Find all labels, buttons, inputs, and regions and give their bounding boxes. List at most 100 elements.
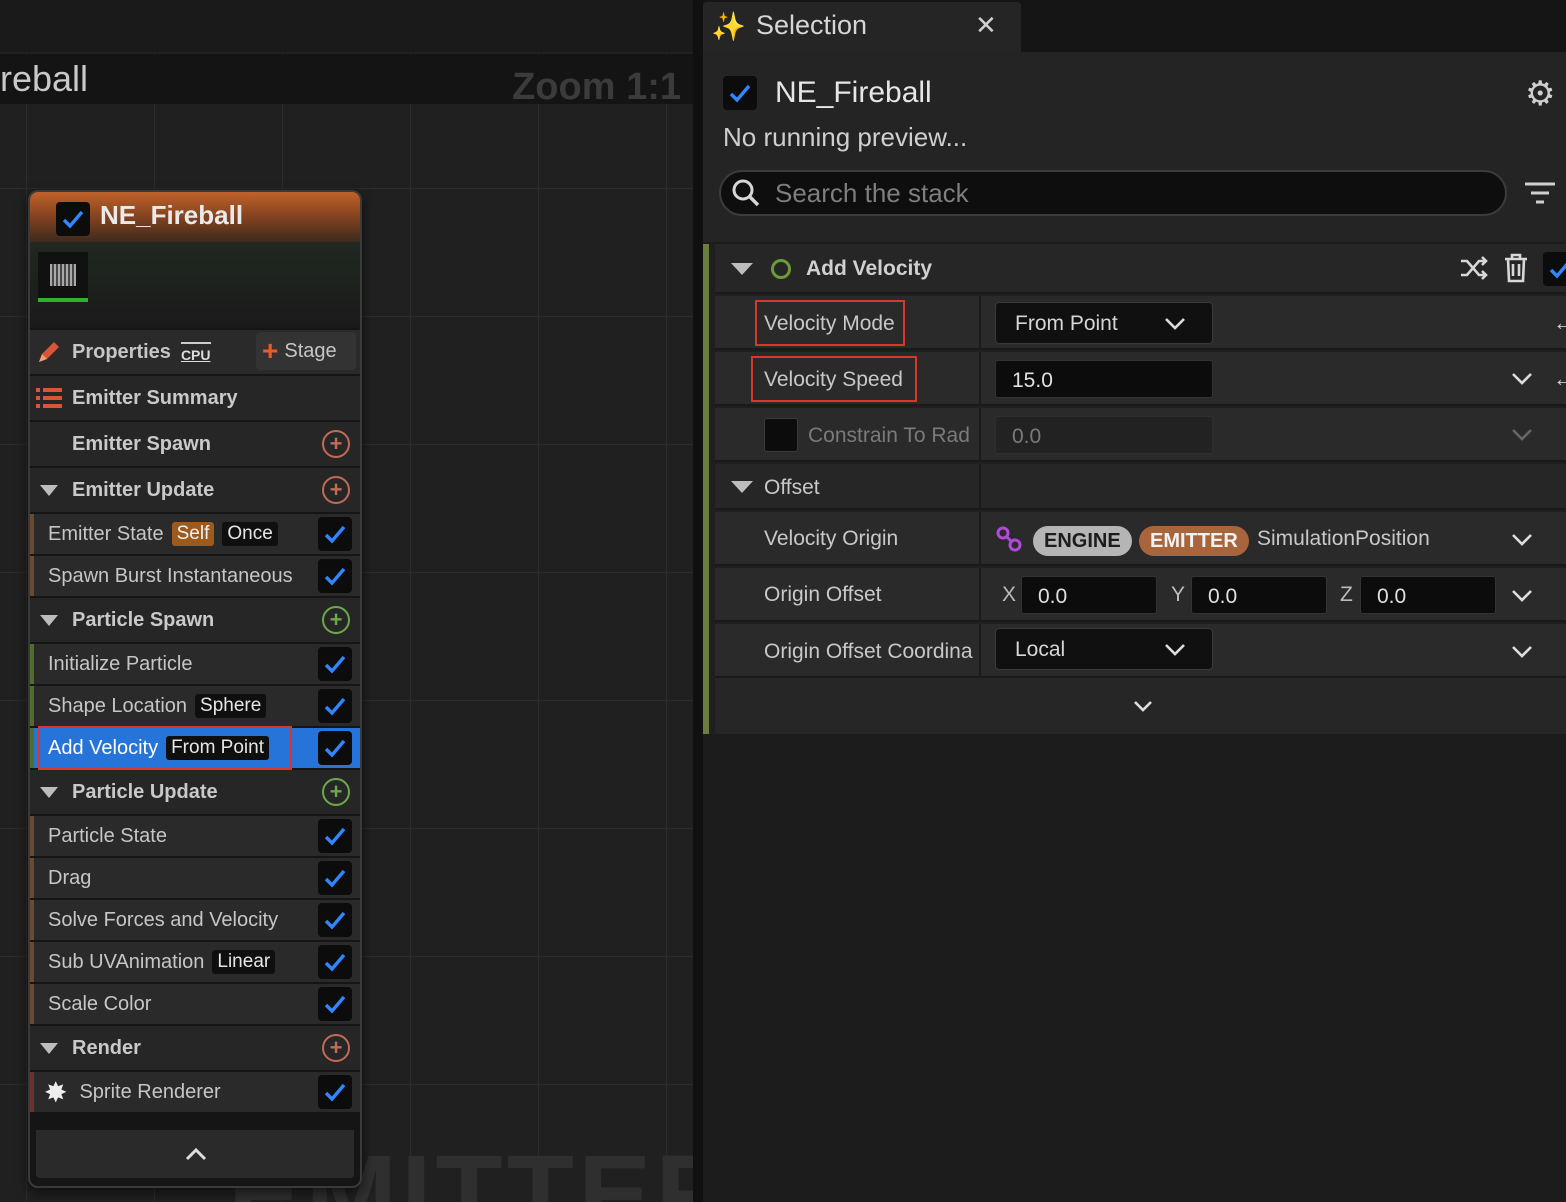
collapse-triangle-icon[interactable] [40, 1042, 58, 1054]
node-section-particle-spawn[interactable]: Particle Spawn + [30, 598, 360, 642]
check-icon [324, 911, 346, 930]
module-tag: Once [222, 522, 278, 546]
node-row-label: Spawn Burst Instantaneous [48, 564, 293, 587]
chevron-down-icon[interactable] [1511, 372, 1533, 386]
sprite-renderer-icon: ✸ [44, 1076, 68, 1108]
node-row-label: Sub UVAnimation [48, 950, 205, 973]
node-section-emitter-spawn[interactable]: Emitter Spawn + [30, 422, 360, 466]
node-module-particle-state[interactable]: Particle State [30, 816, 360, 856]
collapse-triangle-icon[interactable] [731, 263, 753, 275]
node-section-emitter-update[interactable]: Emitter Update + [30, 468, 360, 512]
emitter-pill: EMITTER [1139, 526, 1249, 556]
module-stack: Add Velocity Velocity Mode From Point ← … [703, 244, 1566, 734]
graph-panel[interactable]: reball Zoom 1:1 EMITTER NE_Fireball Prop… [0, 0, 693, 1202]
stack-expand-footer[interactable] [715, 678, 1566, 734]
origin-offset-x-input[interactable]: 0.0 [1021, 576, 1157, 614]
emitter-name: NE_Fireball [775, 76, 932, 109]
node-module-sub-uvanimation[interactable]: Sub UVAnimation Linear [30, 942, 360, 982]
tab-selection[interactable]: ✨ Selection ✕ [703, 2, 1021, 52]
collapse-triangle-icon[interactable] [40, 614, 58, 626]
properties-row[interactable]: Properties CPU + Stage [30, 330, 360, 374]
node-module-sprite-renderer[interactable]: ✸ Sprite Renderer [30, 1072, 360, 1112]
origin-offset-coordinate-label: Origin Offset Coordina [764, 640, 973, 663]
emitter-thumbnail[interactable] [38, 252, 88, 302]
chevron-down-icon [1512, 429, 1532, 441]
module-header-add-velocity[interactable]: Add Velocity [715, 244, 1566, 294]
check-icon [324, 655, 346, 674]
check-icon [324, 739, 346, 758]
zoom-level: Zoom 1:1 [512, 66, 681, 108]
node-module-solve-forces-and-velocity[interactable]: Solve Forces and Velocity [30, 900, 360, 940]
add-module-icon[interactable]: + [322, 430, 350, 458]
offset-section-row[interactable]: Offset [715, 464, 1566, 510]
collapse-triangle-icon[interactable] [40, 786, 58, 798]
panel-divider[interactable] [693, 0, 703, 1202]
node-header[interactable]: NE_Fireball [30, 192, 360, 242]
gear-icon[interactable]: ⚙ [1525, 74, 1555, 114]
check-icon [324, 995, 346, 1014]
origin-offset-y-input[interactable]: 0.0 [1191, 576, 1327, 614]
node-enable-checkbox[interactable] [56, 202, 90, 236]
module-enable-checkbox[interactable] [318, 731, 352, 765]
velocity-mode-dropdown[interactable]: From Point [995, 302, 1213, 344]
shuffle-icon[interactable] [1459, 255, 1489, 281]
node-collapse-bar[interactable] [36, 1130, 354, 1178]
velocity-speed-input[interactable]: 15.0 [995, 360, 1213, 398]
filter-icon[interactable] [1523, 178, 1557, 208]
add-module-icon[interactable]: + [322, 778, 350, 806]
trash-icon[interactable] [1503, 252, 1529, 284]
node-module-spawn-burst-instantaneous[interactable]: Spawn Burst Instantaneous [30, 556, 360, 596]
add-stage-button[interactable]: + Stage [256, 332, 356, 370]
selection-panel: ✨ Selection ✕ NE_Fireball No running pre… [703, 0, 1566, 1202]
node-module-scale-color[interactable]: Scale Color [30, 984, 360, 1024]
check-icon [324, 697, 346, 716]
reset-arrow-icon[interactable]: ← [1553, 310, 1566, 336]
link-icon[interactable] [995, 525, 1023, 553]
node-module-drag[interactable]: Drag [30, 858, 360, 898]
node-row-label: Emitter Update [72, 478, 215, 501]
add-module-icon[interactable]: + [322, 1034, 350, 1062]
emitter-node[interactable]: NE_Fireball Properties CPU + Stage Emitt… [28, 190, 362, 1188]
module-enable-checkbox[interactable] [1543, 252, 1566, 286]
check-icon [1549, 262, 1566, 279]
chevron-down-icon[interactable] [1511, 533, 1533, 547]
velocity-mode-value: From Point [1015, 312, 1118, 335]
module-enable-checkbox[interactable] [318, 647, 352, 681]
module-enable-checkbox[interactable] [318, 987, 352, 1021]
reset-arrow-icon[interactable]: ← [1553, 366, 1566, 392]
coordinate-space-dropdown[interactable]: Local [995, 628, 1213, 670]
close-icon[interactable]: ✕ [975, 10, 997, 41]
constrain-checkbox[interactable] [764, 418, 798, 452]
node-module-initialize-particle[interactable]: Initialize Particle [30, 644, 360, 684]
module-enable-checkbox[interactable] [318, 689, 352, 723]
check-icon [324, 567, 346, 586]
module-enable-checkbox[interactable] [318, 945, 352, 979]
add-module-icon[interactable]: + [322, 606, 350, 634]
search-box[interactable] [719, 170, 1507, 216]
list-icon [36, 388, 62, 408]
chevron-down-icon [1165, 644, 1185, 656]
chevron-down-icon[interactable] [1511, 589, 1533, 603]
module-enable-checkbox[interactable] [318, 903, 352, 937]
add-module-icon[interactable]: + [322, 476, 350, 504]
node-module-emitter-state[interactable]: Emitter State Self Once [30, 514, 360, 554]
chevron-down-icon[interactable] [1511, 645, 1533, 659]
stage-label: Stage [284, 339, 337, 362]
search-input[interactable] [775, 176, 1495, 210]
node-section-render[interactable]: Render + [30, 1026, 360, 1070]
collapse-triangle-icon[interactable] [731, 481, 753, 493]
chevron-down-icon [1134, 701, 1152, 712]
node-row-label: Shape Location [48, 694, 188, 717]
collapse-triangle-icon[interactable] [40, 484, 58, 496]
node-module-shape-location[interactable]: Shape Location Sphere [30, 686, 360, 726]
module-enable-checkbox[interactable] [318, 1075, 352, 1109]
module-enable-checkbox[interactable] [318, 819, 352, 853]
module-enable-checkbox[interactable] [318, 517, 352, 551]
emitter-summary-row[interactable]: Emitter Summary [30, 376, 360, 420]
node-section-particle-update[interactable]: Particle Update + [30, 770, 360, 814]
module-enable-checkbox[interactable] [318, 559, 352, 593]
module-enable-checkbox[interactable] [318, 861, 352, 895]
origin-offset-z-input[interactable]: 0.0 [1360, 576, 1496, 614]
emitter-enable-checkbox[interactable] [723, 76, 757, 110]
chevron-up-icon [185, 1147, 207, 1161]
